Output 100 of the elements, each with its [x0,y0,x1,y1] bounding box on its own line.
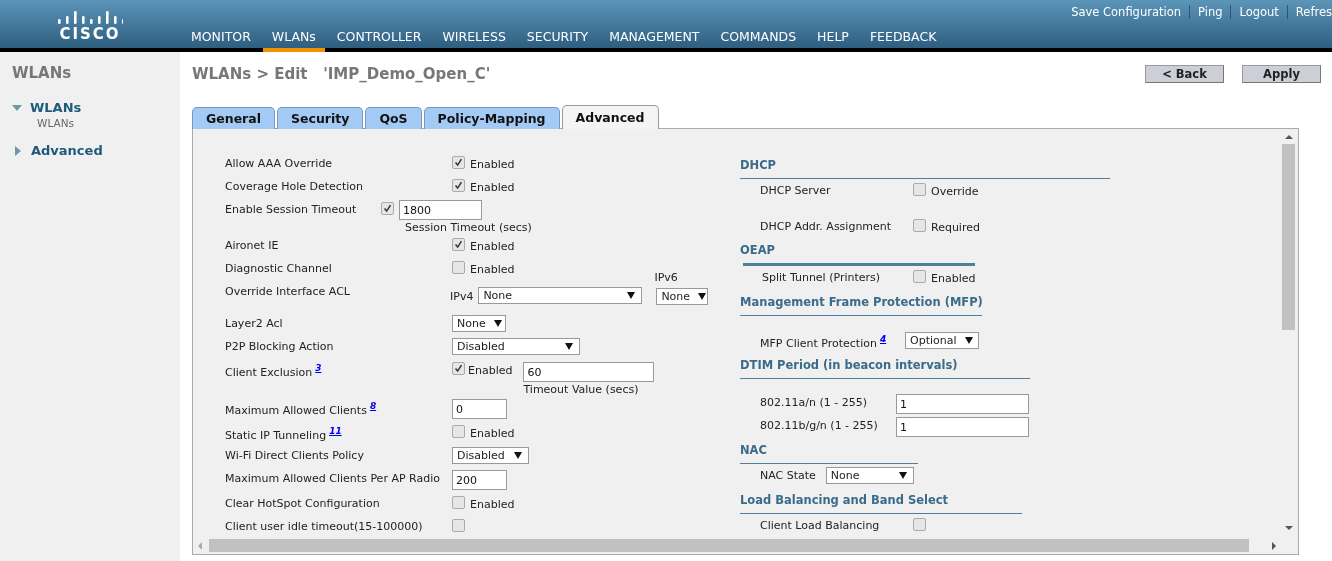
footnote-link[interactable]: 8 [369,401,377,411]
field-label: Static IP Tunneling [225,429,327,442]
field-label: Wi-Fi Direct Clients Policy [225,449,364,462]
nav-tab[interactable]: MANAGEMENT [600,24,709,46]
option-label: Enabled [931,271,976,285]
nav-tab[interactable]: SECURITY [517,24,598,46]
sidebar-item[interactable]: Advanced [31,143,103,158]
field-label: DHCP Server [760,184,831,197]
caret-icon [493,320,502,327]
nav-tab[interactable]: WLANs [262,24,325,52]
logo-text: CISCO [59,24,121,43]
page-title: WLANs > Edit 'IMP_Demo_Open_C' [192,65,491,83]
tab[interactable]: Advanced [561,105,659,129]
footnote-link[interactable]: 4 [879,334,887,344]
tab[interactable]: Security [277,107,364,129]
section-heading: Management Frame Protection (MFP) [740,294,984,309]
dropdown[interactable]: Disabled [452,447,529,464]
field-label: Client Exclusion [225,366,313,379]
footnote-link[interactable]: 11 [329,426,342,436]
field-label: Clear HotSpot Configuration [225,497,380,510]
action-button[interactable]: Apply [1242,65,1321,83]
caret-icon [898,472,907,479]
section-heading: NAC [740,442,768,457]
checkbox[interactable] [913,219,926,232]
checkbox[interactable] [913,518,926,531]
nav-tab[interactable]: WIRELESS [433,24,515,46]
section-heading: DTIM Period (in beacon intervals) [740,357,959,372]
footnote-link[interactable]: 3 [315,363,322,373]
caret-icon [698,293,707,300]
checkbox[interactable] [452,179,465,192]
dropdown[interactable]: Disabled [452,338,580,355]
checkbox[interactable] [452,519,465,532]
field-label: MFP Client Protection [760,337,877,350]
field-label: Maximum Allowed Clients [225,404,367,417]
nav-tab[interactable]: MONITOR [182,24,260,46]
collapsed-triangle-icon[interactable] [15,145,21,156]
field-label: Coverage Hole Detection [225,180,363,193]
checkbox[interactable] [452,156,465,169]
text-field[interactable]: 1 [896,394,1029,414]
expanded-triangle-icon[interactable] [12,104,22,111]
field-label: NAC State [760,469,816,482]
dropdown[interactable]: None [452,315,506,332]
checkbox[interactable] [452,425,465,438]
option-label: Enabled [470,180,515,194]
header-link[interactable]: Logout [1230,5,1287,19]
caret-icon [565,343,573,350]
field-label: 802.11a/n (1 - 255) [760,396,867,409]
option-label: Enabled [468,363,513,377]
checkbox[interactable] [452,261,465,274]
scroll-down-icon[interactable] [1284,526,1293,530]
field-label: 802.11b/g/n (1 - 255) [760,419,878,432]
section-heading: Load Balancing and Band Select [740,492,950,507]
tab[interactable]: Policy-Mapping [423,107,560,129]
checkbox[interactable] [452,238,465,251]
text-field[interactable]: 1800 [399,200,482,220]
dropdown[interactable]: None [825,467,914,484]
header-link[interactable]: Refres [1286,5,1332,19]
sidebar-subitem[interactable]: WLANs [12,117,180,129]
option-label: Enabled [470,426,515,440]
scrollbar-thumb[interactable] [1282,144,1295,330]
scrollbar-thumb[interactable] [209,539,1249,552]
header-link[interactable]: Ping [1189,5,1231,19]
checkbox[interactable] [452,496,465,509]
dropdown[interactable]: Optional [905,332,979,349]
checkbox[interactable] [381,202,394,215]
action-button[interactable]: < Back [1145,65,1224,83]
option-label: Required [931,220,980,234]
option-label: Enabled [470,497,515,511]
nav-tab[interactable]: HELP [808,24,858,46]
ipv4-label: IPv4 [450,289,474,303]
checkbox[interactable] [913,183,926,196]
field-label: Allow AAA Override [225,157,333,170]
caret-icon [964,337,973,344]
nav-tab[interactable]: CONTROLLER [327,24,431,46]
scroll-right-icon[interactable] [1272,541,1276,550]
field-caption: Session Timeout (secs) [405,221,532,234]
nav-tab[interactable]: FEEDBACK [860,24,946,46]
dropdown[interactable]: None [656,288,709,305]
nav-tab[interactable]: COMMANDS [711,24,806,46]
checkbox[interactable] [913,270,926,283]
text-field[interactable]: 0 [452,399,507,419]
option-label: Enabled [470,262,515,276]
text-field[interactable]: 200 [452,470,507,490]
text-field[interactable]: 60 [523,362,655,382]
field-label: P2P Blocking Action [225,340,334,353]
scroll-left-icon[interactable] [198,541,202,550]
caret-icon [627,292,636,299]
text-field[interactable]: 1 [896,417,1029,437]
field-label: Maximum Allowed Clients Per AP Radio [225,472,440,485]
sidebar-item[interactable]: WLANs [30,100,82,115]
ipv6-label: IPv6 [654,271,679,284]
dropdown[interactable]: None [478,287,643,304]
tab[interactable]: General [192,107,275,129]
field-label: Override Interface ACL [225,285,350,298]
header-link[interactable]: Save Configuration [1063,5,1189,19]
tab[interactable]: QoS [365,107,422,129]
field-label: Layer2 Acl [225,317,283,330]
field-label: Split Tunnel (Printers) [762,271,881,284]
checkbox[interactable] [452,362,465,375]
scroll-up-icon[interactable] [1284,135,1293,139]
